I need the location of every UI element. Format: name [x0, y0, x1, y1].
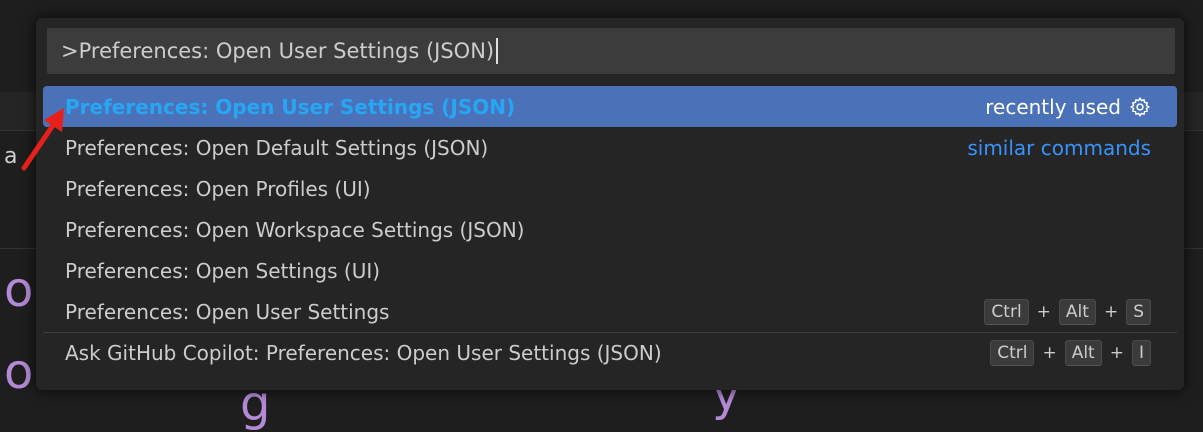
command-item-ask-copilot[interactable]: Ask GitHub Copilot: Preferences: Open Us…	[43, 332, 1177, 373]
recently-used-label: recently used	[985, 94, 1121, 119]
command-input-text: >Preferences: Open User Settings (JSON)	[61, 39, 495, 63]
command-item-label: Preferences: Open User Settings	[65, 299, 390, 324]
command-item-detail-group: recently used	[985, 95, 1151, 119]
command-item-open-user-settings-json[interactable]: Preferences: Open User Settings (JSON) r…	[43, 86, 1177, 127]
command-item-open-profiles-ui[interactable]: Preferences: Open Profiles (UI)	[43, 168, 1177, 209]
text-caret	[496, 38, 499, 64]
keybinding: Ctrl + Alt + S	[984, 298, 1151, 325]
annotation-arrow-icon	[21, 108, 64, 171]
command-item-label: Ask GitHub Copilot: Preferences: Open Us…	[65, 341, 662, 365]
command-list: Preferences: Open User Settings (JSON) r…	[43, 86, 1177, 373]
key-cap: Ctrl	[984, 298, 1029, 325]
command-item-open-default-settings-json[interactable]: Preferences: Open Default Settings (JSON…	[43, 127, 1177, 168]
command-item-label: Preferences: Open Workspace Settings (JS…	[65, 217, 525, 242]
command-palette-input[interactable]: >Preferences: Open User Settings (JSON)	[47, 28, 1175, 74]
command-item-open-user-settings[interactable]: Preferences: Open User Settings Ctrl + A…	[43, 291, 1177, 332]
key-separator: +	[1036, 301, 1051, 322]
key-separator: +	[1103, 301, 1119, 322]
keybinding: Ctrl + Alt + I	[990, 340, 1151, 366]
command-item-label: Preferences: Open Settings (UI)	[65, 258, 381, 283]
background-heading-glyph: o	[4, 262, 34, 318]
key-cap: S	[1126, 298, 1151, 325]
background-heading-glyph: o	[4, 344, 34, 400]
key-cap: Ctrl	[990, 340, 1035, 366]
command-item-open-settings-ui[interactable]: Preferences: Open Settings (UI)	[43, 250, 1177, 291]
similar-commands-label: similar commands	[967, 135, 1151, 160]
key-separator: +	[1109, 343, 1124, 363]
gear-icon[interactable]	[1129, 96, 1151, 118]
key-separator: +	[1042, 343, 1057, 363]
command-palette: >Preferences: Open User Settings (JSON) …	[36, 18, 1184, 390]
key-cap: Alt	[1064, 340, 1102, 366]
command-item-open-workspace-settings-json[interactable]: Preferences: Open Workspace Settings (JS…	[43, 209, 1177, 250]
command-item-label: Preferences: Open Profiles (UI)	[65, 176, 371, 201]
key-cap: I	[1131, 340, 1151, 366]
key-cap: Alt	[1058, 298, 1096, 325]
command-item-label: Preferences: Open Default Settings (JSON…	[65, 135, 489, 160]
command-item-label: Preferences: Open User Settings (JSON)	[65, 94, 516, 119]
